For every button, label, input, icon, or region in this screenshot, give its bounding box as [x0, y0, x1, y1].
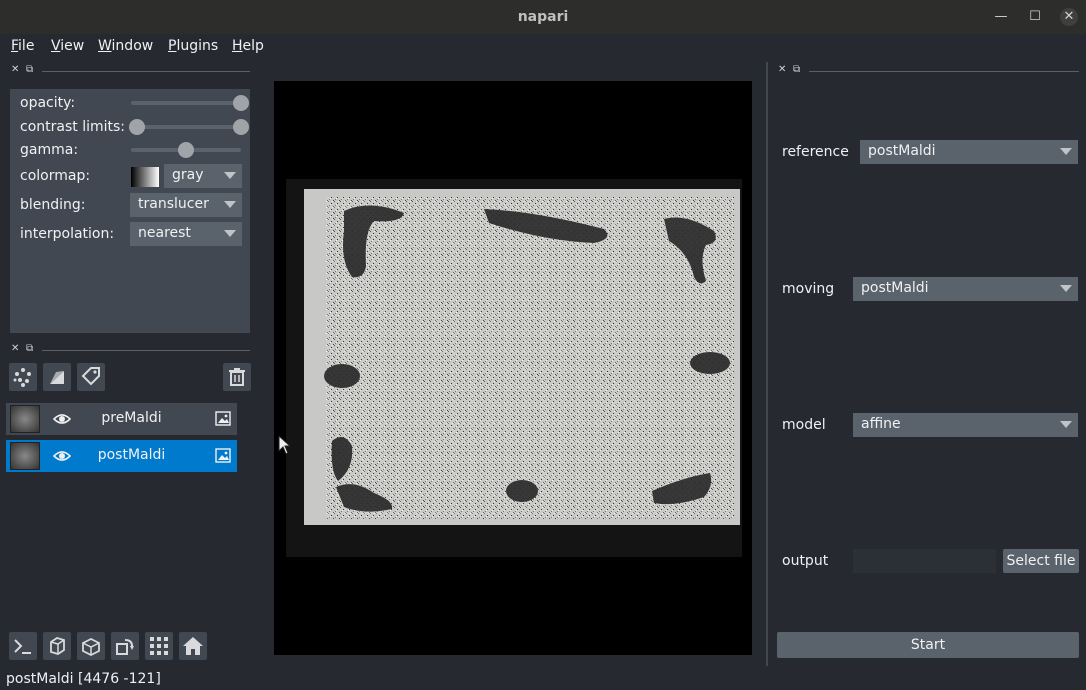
console-icon	[14, 639, 31, 654]
model-select[interactable]: affine	[853, 413, 1078, 437]
opacity-slider[interactable]	[131, 101, 241, 105]
layer-controls-dock-title: ✕ ⧉	[10, 64, 250, 78]
dock-splitter[interactable]	[766, 62, 768, 666]
menu-bar: File View Window Plugins Help	[0, 34, 1086, 60]
new-labels-layer-button[interactable]	[77, 363, 105, 391]
viewer-canvas[interactable]	[274, 81, 752, 655]
colormap-label: colormap:	[20, 168, 91, 184]
model-label: model	[782, 417, 826, 433]
moving-select[interactable]: postMaldi	[853, 277, 1078, 301]
window-title: napari	[517, 9, 569, 25]
contrast-high-handle[interactable]	[233, 119, 249, 135]
menu-help[interactable]: Help	[232, 38, 264, 54]
layer-item-premaldi[interactable]: preMaldi	[6, 403, 237, 435]
output-label: output	[782, 553, 829, 569]
output-path-field[interactable]	[853, 549, 996, 573]
layer-name: postMaldi	[97, 447, 166, 463]
roll-dimensions-button[interactable]	[77, 632, 105, 660]
shapes-icon	[50, 371, 64, 384]
chevron-down-icon	[224, 201, 236, 208]
dock-float-icon[interactable]: ⧉	[26, 64, 33, 75]
layer-controls-panel: opacity: contrast limits: gamma: colorma…	[10, 89, 250, 333]
trash-icon	[229, 368, 245, 386]
dock-float-icon[interactable]: ⧉	[26, 343, 33, 354]
new-shapes-layer-button[interactable]	[43, 363, 71, 391]
colormap-select[interactable]: gray	[164, 164, 242, 188]
moving-label: moving	[782, 281, 835, 297]
dock-close-icon[interactable]: ✕	[11, 64, 19, 75]
title-bar: napari — ☐ ✕	[0, 0, 1086, 34]
microscopy-image	[286, 179, 742, 557]
chevron-down-icon	[224, 230, 236, 237]
chevron-down-icon	[1060, 285, 1072, 292]
new-points-layer-button[interactable]	[9, 363, 37, 391]
status-text: postMaldi [4476 -121]	[6, 671, 161, 687]
transpose-button[interactable]	[111, 632, 139, 660]
start-button[interactable]: Start	[777, 632, 1079, 658]
dock-close-icon[interactable]: ✕	[11, 343, 19, 354]
contrast-limits-label: contrast limits:	[20, 119, 125, 135]
interpolation-select[interactable]: nearest	[130, 222, 242, 246]
image-layer-icon	[215, 448, 231, 463]
opacity-label: opacity:	[20, 95, 76, 111]
opacity-slider-handle[interactable]	[233, 95, 249, 111]
console-button[interactable]	[9, 632, 37, 660]
chevron-down-icon	[224, 172, 236, 179]
chevron-down-icon	[1060, 148, 1072, 155]
minimize-button[interactable]: —	[992, 8, 1010, 26]
blending-select[interactable]: translucer	[130, 193, 242, 217]
contrast-limits-slider[interactable]	[137, 125, 241, 129]
blending-label: blending:	[20, 197, 86, 213]
dock-float-icon[interactable]: ⧉	[793, 64, 800, 75]
gamma-label: gamma:	[20, 142, 79, 158]
grid-icon	[150, 637, 168, 655]
menu-window[interactable]: Window	[98, 38, 153, 54]
ndisplay-button[interactable]	[43, 632, 71, 660]
reference-label: reference	[782, 144, 849, 160]
points-icon	[13, 368, 31, 387]
chevron-down-icon	[1060, 421, 1072, 428]
labels-icon	[81, 367, 100, 386]
roll-icon	[82, 637, 100, 657]
layer-name: preMaldi	[101, 410, 162, 426]
tissue-spot	[324, 364, 360, 388]
delete-layer-button[interactable]	[223, 363, 251, 391]
select-file-button[interactable]: Select file	[1003, 549, 1079, 573]
menu-file[interactable]: File	[11, 38, 34, 54]
menu-plugins[interactable]: Plugins	[168, 38, 218, 54]
layer-thumbnail	[10, 405, 40, 433]
mouse-cursor-icon	[278, 435, 292, 455]
reference-select[interactable]: postMaldi	[860, 140, 1078, 164]
layer-thumbnail	[10, 442, 40, 470]
contrast-low-handle[interactable]	[129, 119, 145, 135]
gamma-slider-handle[interactable]	[178, 142, 194, 158]
tile-grid	[326, 197, 734, 519]
tissue-spot	[506, 480, 538, 502]
tissue-spot	[690, 352, 730, 374]
colormap-preview	[131, 167, 159, 187]
layer-item-postmaldi[interactable]: postMaldi	[6, 440, 237, 472]
home-button[interactable]	[179, 632, 207, 660]
transpose-icon	[116, 639, 134, 655]
menu-view[interactable]: View	[51, 38, 84, 54]
dock-close-icon[interactable]: ✕	[778, 64, 786, 75]
home-icon	[183, 637, 203, 655]
plugin-dock-title: ✕ ⧉	[777, 64, 1079, 78]
ndisplay-icon	[50, 637, 65, 655]
layer-list-dock-title: ✕ ⧉	[10, 343, 250, 357]
maximize-button[interactable]: ☐	[1026, 8, 1044, 26]
grid-view-button[interactable]	[145, 632, 173, 660]
interpolation-label: interpolation:	[20, 226, 115, 242]
image-layer-icon	[215, 411, 231, 426]
close-window-button[interactable]: ✕	[1060, 8, 1078, 26]
